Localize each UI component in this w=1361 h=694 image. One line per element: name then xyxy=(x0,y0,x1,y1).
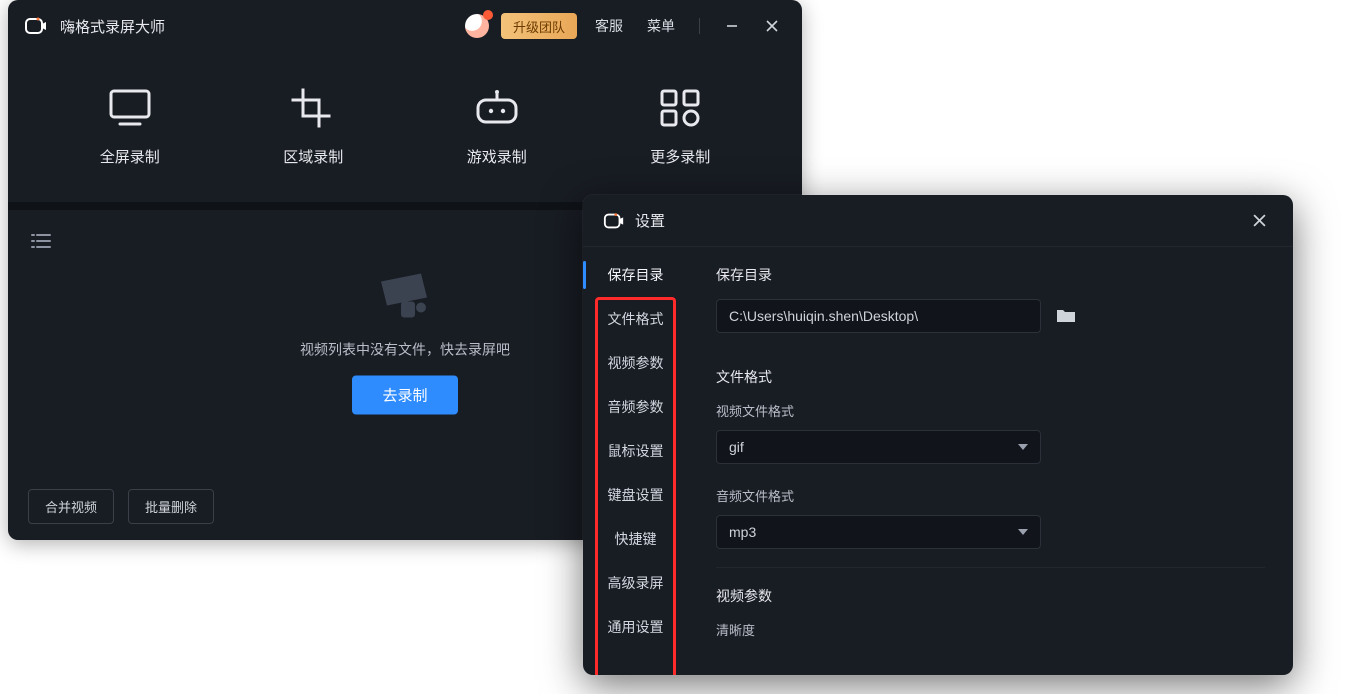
video-format-select[interactable]: gif xyxy=(716,430,1041,464)
settings-window: 设置 保存目录 文件格式 视频参数 音频参数 鼠标设置 键盘设置 快捷键 高级录… xyxy=(583,195,1293,675)
save-path-input[interactable] xyxy=(716,299,1041,333)
close-icon xyxy=(1253,214,1266,227)
empty-state: 视频列表中没有文件，快去录屏吧 去录制 xyxy=(300,268,510,415)
go-record-button[interactable]: 去录制 xyxy=(352,376,457,415)
batch-delete-button[interactable]: 批量删除 xyxy=(128,489,214,524)
section-divider xyxy=(716,567,1265,568)
settings-title-bar: 设置 xyxy=(583,195,1293,247)
video-format-value: gif xyxy=(729,439,744,455)
nav-save-dir[interactable]: 保存目录 xyxy=(583,253,688,297)
video-quality-label: 清晰度 xyxy=(716,620,1265,639)
section-save-dir-title: 保存目录 xyxy=(716,265,1265,285)
grid-icon xyxy=(659,88,701,128)
recording-modes: 全屏录制 区域录制 游戏录制 更多录制 xyxy=(8,52,802,210)
mode-label: 全屏录制 xyxy=(100,146,160,167)
nav-audio-params[interactable]: 音频参数 xyxy=(583,385,688,429)
app-title: 嗨格式录屏大师 xyxy=(60,16,165,37)
nav-video-params[interactable]: 视频参数 xyxy=(583,341,688,385)
crop-icon xyxy=(291,88,335,128)
nav-hotkeys[interactable]: 快捷键 xyxy=(583,517,688,561)
audio-format-label: 音频文件格式 xyxy=(716,486,1265,505)
mode-label: 更多录制 xyxy=(650,146,710,167)
upgrade-button[interactable]: 升级团队 xyxy=(501,13,577,39)
video-format-label: 视频文件格式 xyxy=(716,401,1265,420)
minimize-icon xyxy=(726,20,738,32)
settings-body: 保存目录 文件格式 视频参数 音频参数 鼠标设置 键盘设置 快捷键 高级录屏 通… xyxy=(583,247,1293,675)
mode-label: 区域录制 xyxy=(283,146,343,167)
minimize-button[interactable] xyxy=(718,12,746,40)
gamepad-icon xyxy=(474,88,520,128)
empty-camera-icon xyxy=(371,268,439,324)
close-button[interactable] xyxy=(758,12,786,40)
mode-region[interactable]: 区域录制 xyxy=(283,88,343,167)
menu-link[interactable]: 菜单 xyxy=(641,16,681,36)
save-path-row xyxy=(716,299,1265,333)
mode-game[interactable]: 游戏录制 xyxy=(467,88,527,167)
settings-content: 保存目录 文件格式 视频文件格式 gif 音频文件格式 mp3 xyxy=(688,247,1293,675)
chevron-down-icon xyxy=(1018,444,1028,450)
close-icon xyxy=(766,20,778,32)
mascot-icon[interactable] xyxy=(465,14,489,38)
app-logo xyxy=(24,14,48,38)
browse-folder-button[interactable] xyxy=(1053,303,1079,329)
camera-icon xyxy=(603,210,625,232)
support-link[interactable]: 客服 xyxy=(589,16,629,36)
title-separator xyxy=(699,18,700,34)
settings-close-button[interactable] xyxy=(1245,207,1273,235)
section-video-params-title: 视频参数 xyxy=(716,586,1265,606)
nav-mouse[interactable]: 鼠标设置 xyxy=(583,429,688,473)
monitor-icon xyxy=(108,88,152,128)
nav-advanced[interactable]: 高级录屏 xyxy=(583,561,688,605)
audio-format-select[interactable]: mp3 xyxy=(716,515,1041,549)
folder-icon xyxy=(1056,308,1076,324)
mode-more[interactable]: 更多录制 xyxy=(650,88,710,167)
camera-icon xyxy=(24,14,48,38)
settings-title: 设置 xyxy=(635,210,665,231)
audio-format-value: mp3 xyxy=(729,524,756,540)
list-view-button[interactable] xyxy=(26,228,56,254)
nav-keyboard[interactable]: 键盘设置 xyxy=(583,473,688,517)
nav-general[interactable]: 通用设置 xyxy=(583,605,688,649)
chevron-down-icon xyxy=(1018,529,1028,535)
mode-label: 游戏录制 xyxy=(467,146,527,167)
empty-message: 视频列表中没有文件，快去录屏吧 xyxy=(300,340,510,360)
title-bar: 嗨格式录屏大师 升级团队 客服 菜单 xyxy=(8,0,802,52)
section-file-format-title: 文件格式 xyxy=(716,367,1265,387)
list-icon xyxy=(31,233,51,249)
mode-fullscreen[interactable]: 全屏录制 xyxy=(100,88,160,167)
nav-file-format[interactable]: 文件格式 xyxy=(583,297,688,341)
settings-nav: 保存目录 文件格式 视频参数 音频参数 鼠标设置 键盘设置 快捷键 高级录屏 通… xyxy=(583,247,688,675)
merge-video-button[interactable]: 合并视频 xyxy=(28,489,114,524)
